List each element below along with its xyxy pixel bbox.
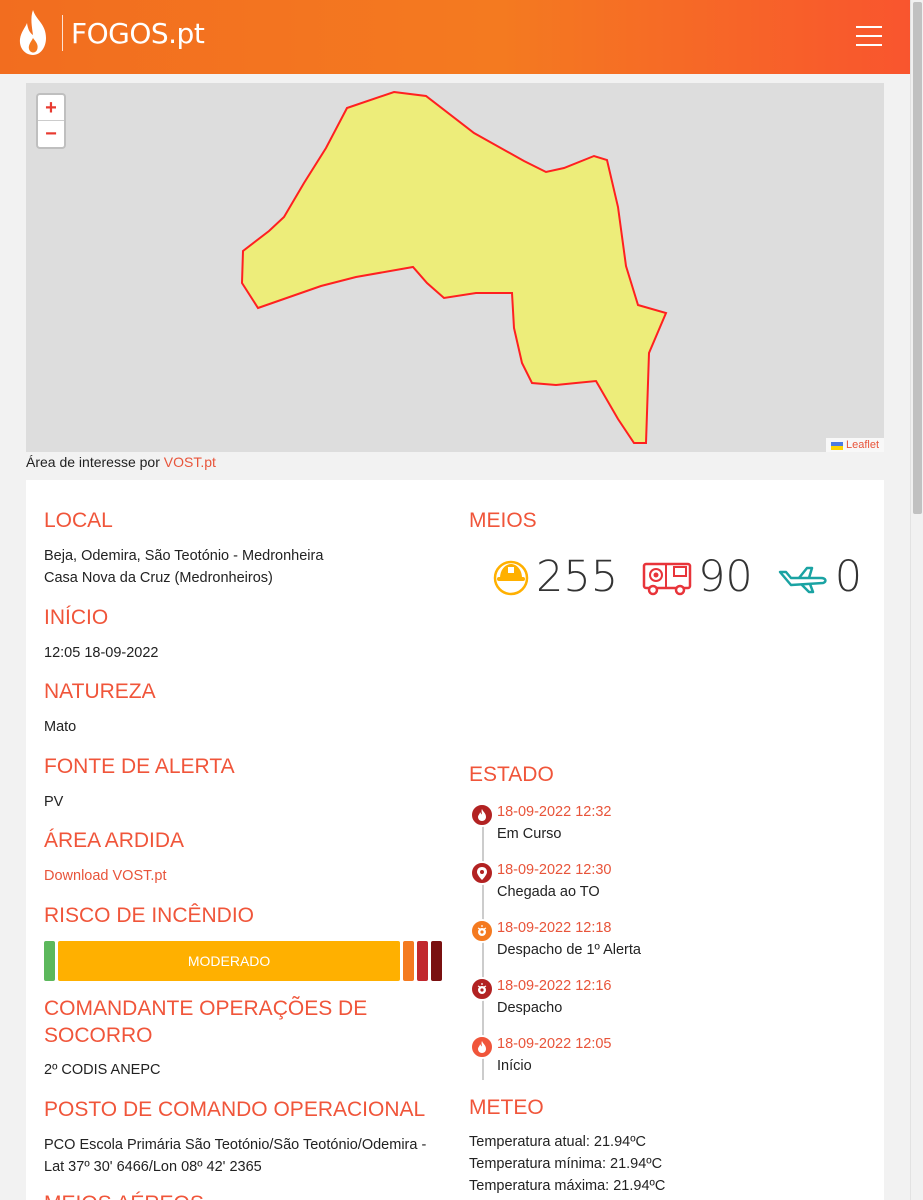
- inicio-value: 12:05 18-09-2022: [44, 645, 159, 661]
- burn-area-polygon: [240, 90, 668, 444]
- meteo-temp-maxima: Temperatura máxima: 21.94ºC: [469, 1178, 666, 1194]
- timeline-date: 18-09-2022 12:05: [497, 1036, 612, 1052]
- siren-icon: [470, 919, 494, 943]
- brand-name: FOGOS.pt: [71, 16, 205, 50]
- meteo-title: METEO: [469, 1096, 544, 1119]
- timeline-label: Despacho de 1º Alerta: [497, 942, 641, 958]
- meteo-temp-minima: Temperatura mínima: 21.94ºC: [469, 1156, 663, 1172]
- timeline-date: 18-09-2022 12:30: [497, 862, 612, 878]
- download-vost-link[interactable]: Download VOST.pt: [44, 865, 167, 887]
- zoom-in-button[interactable]: +: [38, 95, 64, 121]
- posto-comando-line-2: Lat 37º 30' 6466/Lon 08º 42' 2365: [44, 1159, 262, 1175]
- natureza-value: Mato: [44, 719, 77, 735]
- timeline-item: 18-09-2022 12:16 Despacho: [470, 975, 770, 1025]
- hamburger-menu-icon[interactable]: [856, 26, 882, 48]
- firefighter-helmet-icon: [493, 560, 529, 596]
- timeline-label: Despacho: [497, 1000, 563, 1016]
- risk-segment-maximo: [431, 941, 443, 981]
- inicio-title: INÍCIO: [44, 606, 109, 629]
- meios-terrestres-count: 90: [698, 552, 753, 602]
- timeline-label: Início: [497, 1058, 532, 1074]
- timeline-item: 18-09-2022 12:18 Despacho de 1º Alerta: [470, 917, 770, 967]
- top-bar: FOGOS.pt: [0, 0, 910, 74]
- posto-comando-title: POSTO DE COMANDO OPERACIONAL: [44, 1098, 426, 1121]
- flame-icon: [19, 10, 46, 55]
- risk-segment-moderado: MODERADO: [57, 941, 401, 981]
- fire-truck-icon: [642, 562, 692, 596]
- area-ardida-title: ÁREA ARDIDA: [44, 829, 185, 852]
- flame-icon: [470, 1035, 494, 1059]
- map-pin-icon: [470, 861, 494, 885]
- meios-aereos-count: 0: [834, 552, 863, 602]
- risk-level-label: MODERADO: [187, 953, 271, 969]
- timeline-date: 18-09-2022 12:18: [497, 920, 612, 936]
- local-title: LOCAL: [44, 509, 113, 532]
- natureza-title: NATUREZA: [44, 680, 156, 703]
- posto-comando-line-1: PCO Escola Primária São Teotónio/São Teo…: [44, 1137, 427, 1153]
- scrollbar-thumb[interactable]: [913, 2, 922, 514]
- risk-segment-reduzido: [44, 941, 55, 981]
- zoom-out-button[interactable]: −: [38, 121, 64, 147]
- zoom-control: + −: [36, 93, 66, 149]
- airplane-icon: [778, 566, 827, 594]
- comandante-title-line-1: COMANDANTE OPERAÇÕES DE: [44, 997, 368, 1020]
- meios-title: MEIOS: [469, 509, 537, 532]
- timeline-date: 18-09-2022 12:16: [497, 978, 612, 994]
- meteo-temp-atual: Temperatura atual: 21.94ºC: [469, 1134, 646, 1150]
- siren-icon: [470, 977, 494, 1001]
- comandante-value: 2º CODIS ANEPC: [44, 1062, 161, 1078]
- incident-details-card: LOCAL Beja, Odemira, São Teotónio - Medr…: [26, 480, 884, 1200]
- scrollbar[interactable]: [910, 0, 923, 1200]
- timeline-item: 18-09-2022 12:05 Início: [470, 1033, 770, 1083]
- comandante-title-line-2: SOCORRO: [44, 1024, 153, 1047]
- risco-title: RISCO DE INCÊNDIO: [44, 904, 255, 927]
- local-line-1: Beja, Odemira, São Teotónio - Medronheir…: [44, 548, 324, 564]
- timeline-date: 18-09-2022 12:32: [497, 804, 612, 820]
- logo[interactable]: FOGOS.pt: [14, 8, 205, 58]
- leaflet-link[interactable]: Leaflet: [846, 439, 879, 451]
- risk-segment-muito-elevado: [417, 941, 429, 981]
- timeline-label: Chegada ao TO: [497, 884, 600, 900]
- fire-risk-bar: MODERADO: [44, 941, 443, 981]
- meios-operacionais-count: 255: [536, 552, 619, 602]
- flame-icon: [470, 803, 494, 827]
- map-attribution: Leaflet: [825, 438, 884, 452]
- map-caption: Área de interesse por VOST.pt: [26, 454, 216, 470]
- meios-aereos-title: MEIOS AÉREOS: [44, 1191, 204, 1200]
- timeline-item: 18-09-2022 12:32 Em Curso: [470, 801, 770, 851]
- vost-link[interactable]: VOST.pt: [164, 454, 216, 470]
- risk-segment-elevado: [403, 941, 415, 981]
- logo-separator: [62, 15, 63, 51]
- meios-summary: 255 90 0: [492, 552, 886, 602]
- fonte-alerta-value: PV: [44, 794, 64, 810]
- ukraine-flag-icon: [830, 441, 843, 451]
- fonte-alerta-title: FONTE DE ALERTA: [44, 755, 235, 778]
- estado-title: ESTADO: [469, 763, 554, 786]
- local-line-2: Casa Nova da Cruz (Medronheiros): [44, 570, 273, 586]
- map-caption-text: Área de interesse por: [26, 454, 164, 470]
- timeline-item: 18-09-2022 12:30 Chegada ao TO: [470, 859, 770, 909]
- timeline-label: Em Curso: [497, 826, 562, 842]
- incident-map[interactable]: + − Leaflet: [26, 83, 884, 452]
